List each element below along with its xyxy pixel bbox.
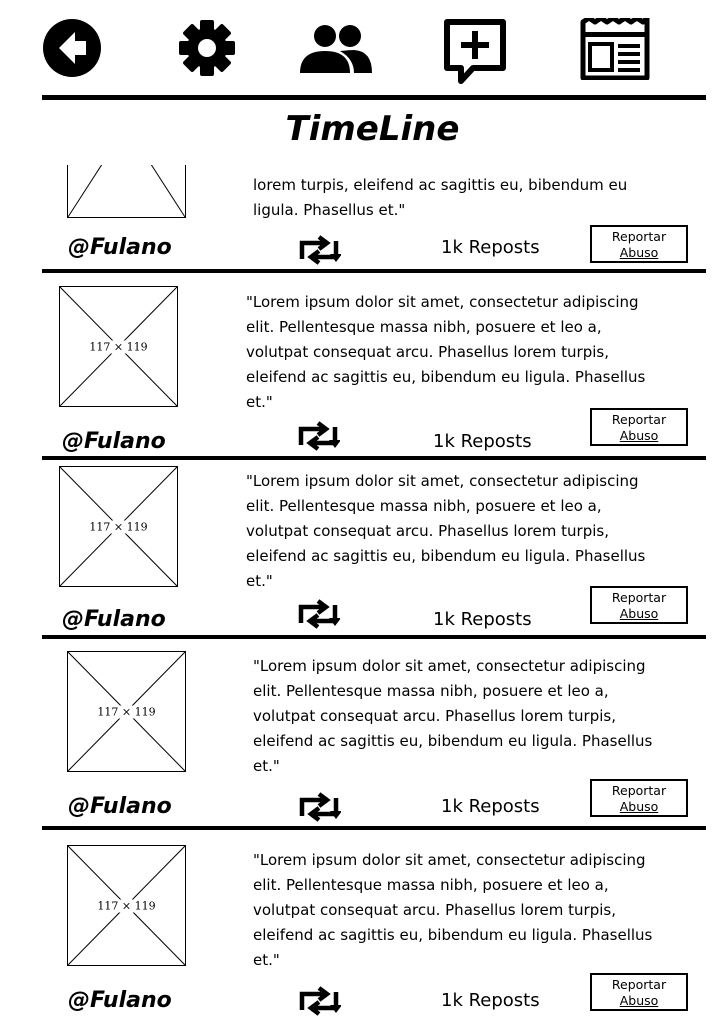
image-placeholder [67,165,186,218]
timeline-feed[interactable]: lorem turpis, eleifend ac sagittis eu, b… [0,165,720,1024]
report-label-line2: Abuso [619,245,659,260]
post-author[interactable]: @Fulano [62,606,166,634]
page-title: TimeLine [285,109,460,149]
repost-count: 1k Reposts [433,431,532,452]
image-placeholder: 117 × 119 [67,845,186,966]
post-text: "Lorem ipsum dolor sit amet, consectetur… [246,293,646,411]
placeholder-size-label: 117 × 119 [88,340,149,353]
post-divider [42,269,706,273]
repost-icon[interactable] [297,792,341,822]
placeholder-size-label: 117 × 119 [88,520,149,533]
report-label-line2: Abuso [619,993,659,1008]
placeholder-size-label: 117 × 119 [96,705,157,718]
repost-icon[interactable] [296,599,340,629]
image-placeholder: 117 × 119 [59,466,178,587]
report-abuse-button[interactable]: Reportar Abuso [590,779,688,817]
report-abuse-button[interactable]: Reportar Abuso [590,586,688,624]
post-text: "Lorem ipsum dolor sit amet, consectetur… [246,472,646,590]
post-text: "Lorem ipsum dolor sit amet, consectetur… [253,657,653,775]
report-label-line1: Reportar [611,590,667,605]
report-label-line1: Reportar [611,229,667,244]
repost-count: 1k Reposts [441,990,540,1011]
report-abuse-button[interactable]: Reportar Abuso [590,408,688,446]
report-label-line1: Reportar [611,783,667,798]
placeholder-size-label: 117 × 119 [96,899,157,912]
report-label-line2: Abuso [619,799,659,814]
post-author[interactable]: @Fulano [68,987,172,1015]
repost-icon[interactable] [296,421,340,451]
users-icon[interactable] [298,18,374,78]
repost-count: 1k Reposts [433,609,532,630]
post-author[interactable]: @Fulano [68,793,172,821]
report-label-line2: Abuso [619,606,659,621]
post-text: lorem turpis, eleifend ac sagittis eu, b… [253,176,628,219]
post-author[interactable]: @Fulano [68,234,172,262]
report-abuse-button[interactable]: Reportar Abuso [590,973,688,1011]
post-divider [42,826,706,830]
repost-icon[interactable] [297,235,341,265]
report-label-line2: Abuso [619,428,659,443]
repost-count: 1k Reposts [441,237,540,258]
image-placeholder: 117 × 119 [59,286,178,407]
post-author[interactable]: @Fulano [62,428,166,456]
post-text: "Lorem ipsum dolor sit amet, consectetur… [253,851,653,969]
repost-count: 1k Reposts [441,796,540,817]
back-icon[interactable] [42,18,102,78]
newspaper-icon[interactable] [580,18,650,80]
post-divider [42,456,706,460]
post-divider [42,635,706,639]
repost-icon[interactable] [297,986,341,1016]
report-label-line1: Reportar [611,977,667,992]
gear-icon[interactable] [176,18,238,78]
header-divider [42,95,706,100]
add-comment-icon[interactable] [443,18,509,84]
report-abuse-button[interactable]: Reportar Abuso [590,225,688,263]
image-placeholder: 117 × 119 [67,651,186,772]
report-label-line1: Reportar [611,412,667,427]
